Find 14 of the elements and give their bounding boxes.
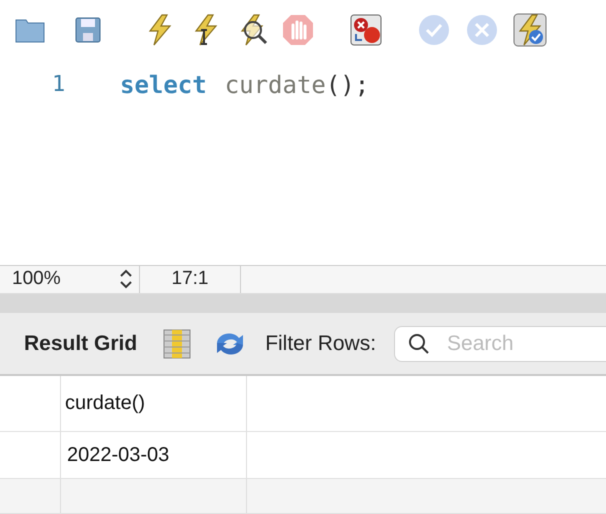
column-header[interactable]: curdate() xyxy=(61,376,247,431)
columns-icon[interactable] xyxy=(163,328,192,359)
search-field[interactable]: Search xyxy=(394,326,606,362)
zoom-selector[interactable]: 100% xyxy=(0,266,140,294)
code-line: select curdate(); xyxy=(120,70,370,99)
filter-rows-label: Filter Rows: xyxy=(265,332,376,356)
stepper-icon xyxy=(119,268,133,290)
result-grid-title: Result Grid xyxy=(24,332,138,356)
lightning-check-icon[interactable] xyxy=(512,12,548,48)
cursor-position: 17:1 xyxy=(140,266,241,294)
line-number: 1 xyxy=(51,72,66,98)
search-icon xyxy=(408,332,430,355)
table-cell: 2022-03-03 xyxy=(61,432,247,478)
error-stop-icon[interactable] xyxy=(348,12,384,48)
